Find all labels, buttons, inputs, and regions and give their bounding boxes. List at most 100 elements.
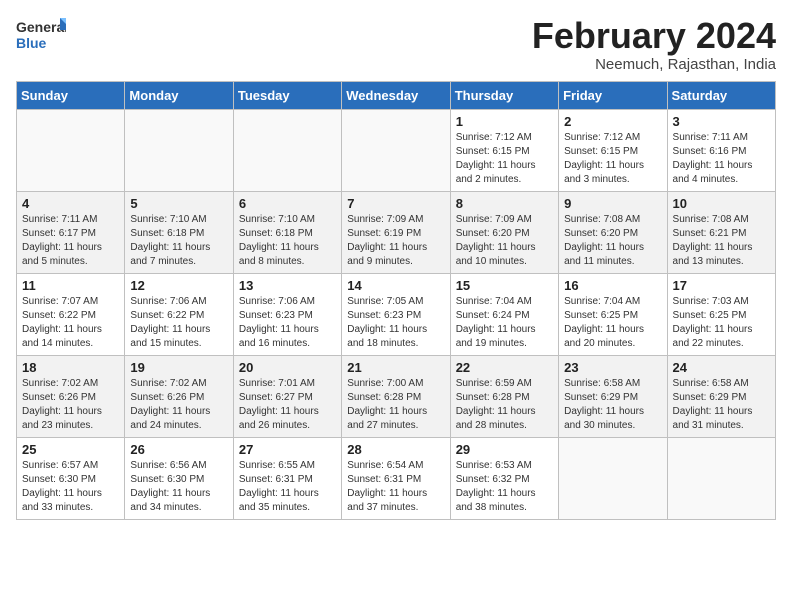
calendar-cell: 13 Sunrise: 7:06 AMSunset: 6:23 PMDayligh… <box>233 273 341 355</box>
day-number: 15 <box>456 278 553 293</box>
day-number: 19 <box>130 360 227 375</box>
day-info: Sunrise: 7:12 AMSunset: 6:15 PMDaylight:… <box>564 131 661 187</box>
calendar-cell: 9 Sunrise: 7:08 AMSunset: 6:20 PMDaylight… <box>559 191 667 273</box>
day-info: Sunrise: 7:00 AMSunset: 6:28 PMDaylight:… <box>347 377 444 433</box>
calendar-cell: 14 Sunrise: 7:05 AMSunset: 6:23 PMDayligh… <box>342 273 450 355</box>
day-info: Sunrise: 7:09 AMSunset: 6:20 PMDaylight:… <box>456 213 553 269</box>
calendar-cell: 16 Sunrise: 7:04 AMSunset: 6:25 PMDayligh… <box>559 273 667 355</box>
day-info: Sunrise: 6:53 AMSunset: 6:32 PMDaylight:… <box>456 459 553 515</box>
calendar-cell: 2 Sunrise: 7:12 AMSunset: 6:15 PMDaylight… <box>559 109 667 191</box>
day-info: Sunrise: 7:09 AMSunset: 6:19 PMDaylight:… <box>347 213 444 269</box>
day-info: Sunrise: 7:12 AMSunset: 6:15 PMDaylight:… <box>456 131 553 187</box>
weekday-header-row: SundayMondayTuesdayWednesdayThursdayFrid… <box>17 81 776 109</box>
day-number: 10 <box>673 196 770 211</box>
day-number: 8 <box>456 196 553 211</box>
day-info: Sunrise: 7:07 AMSunset: 6:22 PMDaylight:… <box>22 295 119 351</box>
weekday-header-saturday: Saturday <box>667 81 775 109</box>
day-number: 21 <box>347 360 444 375</box>
day-number: 22 <box>456 360 553 375</box>
day-info: Sunrise: 6:54 AMSunset: 6:31 PMDaylight:… <box>347 459 444 515</box>
calendar-cell: 26 Sunrise: 6:56 AMSunset: 6:30 PMDayligh… <box>125 437 233 519</box>
calendar-cell: 7 Sunrise: 7:09 AMSunset: 6:19 PMDaylight… <box>342 191 450 273</box>
calendar-cell: 19 Sunrise: 7:02 AMSunset: 6:26 PMDayligh… <box>125 355 233 437</box>
day-info: Sunrise: 7:08 AMSunset: 6:21 PMDaylight:… <box>673 213 770 269</box>
weekday-header-sunday: Sunday <box>17 81 125 109</box>
calendar-cell <box>342 109 450 191</box>
day-number: 5 <box>130 196 227 211</box>
calendar-cell: 24 Sunrise: 6:58 AMSunset: 6:29 PMDayligh… <box>667 355 775 437</box>
weekday-header-tuesday: Tuesday <box>233 81 341 109</box>
day-number: 25 <box>22 442 119 457</box>
weekday-header-monday: Monday <box>125 81 233 109</box>
calendar-cell: 5 Sunrise: 7:10 AMSunset: 6:18 PMDaylight… <box>125 191 233 273</box>
day-info: Sunrise: 6:58 AMSunset: 6:29 PMDaylight:… <box>673 377 770 433</box>
calendar-cell: 6Sunrise: 7:10 AMSunset: 6:18 PMDaylight… <box>233 191 341 273</box>
day-info: Sunrise: 6:55 AMSunset: 6:31 PMDaylight:… <box>239 459 336 515</box>
day-number: 26 <box>130 442 227 457</box>
day-info: Sunrise: 7:03 AMSunset: 6:25 PMDaylight:… <box>673 295 770 351</box>
day-info: Sunrise: 7:06 AMSunset: 6:22 PMDaylight:… <box>130 295 227 351</box>
weekday-header-thursday: Thursday <box>450 81 558 109</box>
calendar-cell: 3Sunrise: 7:11 AMSunset: 6:16 PMDaylight… <box>667 109 775 191</box>
calendar-week-row: 18Sunrise: 7:02 AMSunset: 6:26 PMDayligh… <box>17 355 776 437</box>
day-info: Sunrise: 7:04 AMSunset: 6:25 PMDaylight:… <box>564 295 661 351</box>
day-number: 4 <box>22 196 119 211</box>
day-info: Sunrise: 6:57 AMSunset: 6:30 PMDaylight:… <box>22 459 119 515</box>
day-number: 29 <box>456 442 553 457</box>
header: General Blue February 2024 Neemuch, Raja… <box>16 16 776 73</box>
day-info: Sunrise: 6:56 AMSunset: 6:30 PMDaylight:… <box>130 459 227 515</box>
day-number: 27 <box>239 442 336 457</box>
day-number: 16 <box>564 278 661 293</box>
calendar-cell: 17 Sunrise: 7:03 AMSunset: 6:25 PMDayligh… <box>667 273 775 355</box>
day-info: Sunrise: 7:05 AMSunset: 6:23 PMDaylight:… <box>347 295 444 351</box>
weekday-header-friday: Friday <box>559 81 667 109</box>
calendar-week-row: 25 Sunrise: 6:57 AMSunset: 6:30 PMDayligh… <box>17 437 776 519</box>
day-number: 13 <box>239 278 336 293</box>
day-number: 23 <box>564 360 661 375</box>
calendar-cell: 29 Sunrise: 6:53 AMSunset: 6:32 PMDayligh… <box>450 437 558 519</box>
calendar-cell: 25 Sunrise: 6:57 AMSunset: 6:30 PMDayligh… <box>17 437 125 519</box>
logo: General Blue <box>16 16 66 56</box>
day-info: Sunrise: 7:08 AMSunset: 6:20 PMDaylight:… <box>564 213 661 269</box>
calendar-cell <box>667 437 775 519</box>
calendar-table: SundayMondayTuesdayWednesdayThursdayFrid… <box>16 81 776 520</box>
day-number: 20 <box>239 360 336 375</box>
calendar-cell: 27 Sunrise: 6:55 AMSunset: 6:31 PMDayligh… <box>233 437 341 519</box>
calendar-week-row: 4 Sunrise: 7:11 AMSunset: 6:17 PMDaylight… <box>17 191 776 273</box>
day-info: Sunrise: 7:01 AMSunset: 6:27 PMDaylight:… <box>239 377 336 433</box>
calendar-cell: 11Sunrise: 7:07 AMSunset: 6:22 PMDayligh… <box>17 273 125 355</box>
day-info: Sunrise: 7:04 AMSunset: 6:24 PMDaylight:… <box>456 295 553 351</box>
day-number: 17 <box>673 278 770 293</box>
day-number: 14 <box>347 278 444 293</box>
calendar-cell: 15 Sunrise: 7:04 AMSunset: 6:24 PMDayligh… <box>450 273 558 355</box>
calendar-cell: 12Sunrise: 7:06 AMSunset: 6:22 PMDayligh… <box>125 273 233 355</box>
calendar-cell: 28Sunrise: 6:54 AMSunset: 6:31 PMDayligh… <box>342 437 450 519</box>
subtitle: Neemuch, Rajasthan, India <box>532 56 776 73</box>
calendar-cell <box>17 109 125 191</box>
calendar-cell: 23 Sunrise: 6:58 AMSunset: 6:29 PMDayligh… <box>559 355 667 437</box>
day-info: Sunrise: 7:02 AMSunset: 6:26 PMDaylight:… <box>130 377 227 433</box>
day-info: Sunrise: 7:11 AMSunset: 6:17 PMDaylight:… <box>22 213 119 269</box>
day-info: Sunrise: 7:06 AMSunset: 6:23 PMDaylight:… <box>239 295 336 351</box>
day-number: 2 <box>564 114 661 129</box>
day-number: 9 <box>564 196 661 211</box>
day-number: 7 <box>347 196 444 211</box>
calendar-cell <box>233 109 341 191</box>
day-number: 6 <box>239 196 336 211</box>
svg-text:General: General <box>16 19 66 35</box>
day-info: Sunrise: 7:02 AMSunset: 6:26 PMDaylight:… <box>22 377 119 433</box>
calendar-cell: 20 Sunrise: 7:01 AMSunset: 6:27 PMDayligh… <box>233 355 341 437</box>
svg-text:Blue: Blue <box>16 35 47 51</box>
title-area: February 2024 Neemuch, Rajasthan, India <box>532 16 776 73</box>
day-info: Sunrise: 7:10 AMSunset: 6:18 PMDaylight:… <box>130 213 227 269</box>
calendar-cell: 1Sunrise: 7:12 AMSunset: 6:15 PMDaylight… <box>450 109 558 191</box>
calendar-cell <box>559 437 667 519</box>
calendar-cell: 4 Sunrise: 7:11 AMSunset: 6:17 PMDaylight… <box>17 191 125 273</box>
calendar-cell: 18Sunrise: 7:02 AMSunset: 6:26 PMDayligh… <box>17 355 125 437</box>
calendar-cell <box>125 109 233 191</box>
calendar-cell: 8 Sunrise: 7:09 AMSunset: 6:20 PMDaylight… <box>450 191 558 273</box>
day-info: Sunrise: 6:58 AMSunset: 6:29 PMDaylight:… <box>564 377 661 433</box>
calendar-cell: 21 Sunrise: 7:00 AMSunset: 6:28 PMDayligh… <box>342 355 450 437</box>
calendar-cell: 22Sunrise: 6:59 AMSunset: 6:28 PMDayligh… <box>450 355 558 437</box>
day-number: 24 <box>673 360 770 375</box>
